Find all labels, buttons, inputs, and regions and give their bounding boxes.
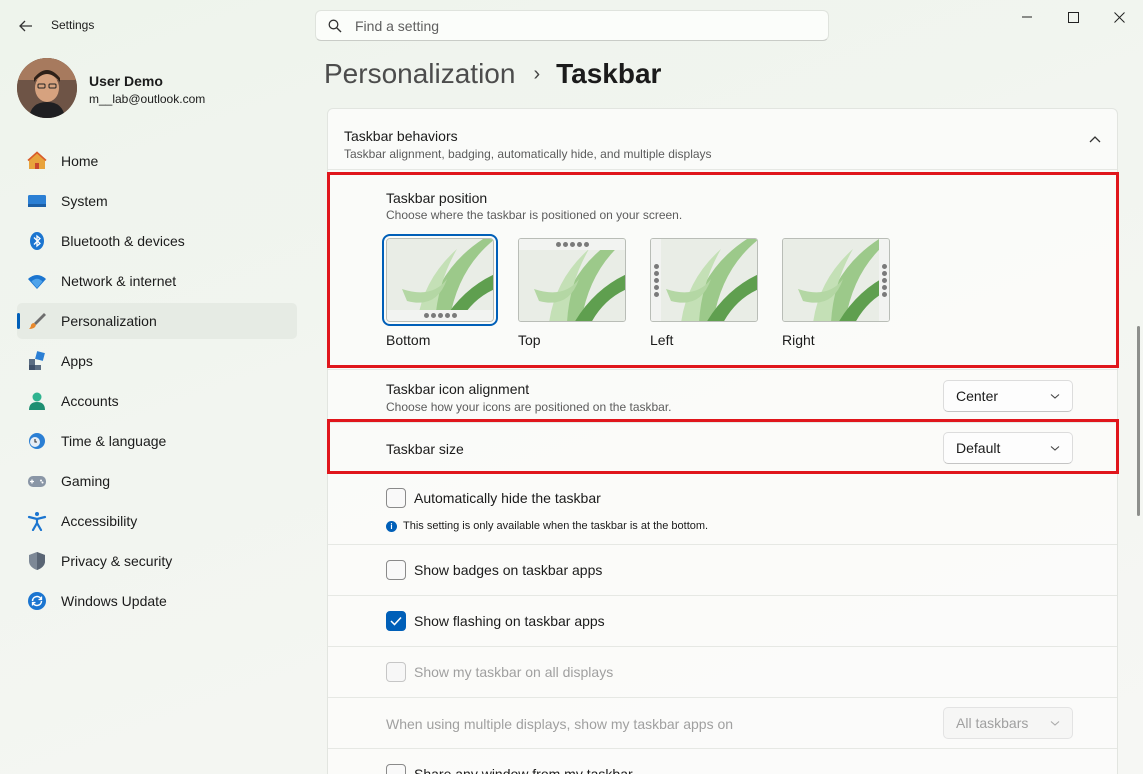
multi-display-label: When using multiple displays, show my ta… — [386, 716, 734, 732]
title-bar: Settings — [0, 0, 1143, 50]
share-window-row: Share any window from my taskbar — [328, 748, 1117, 774]
sidebar-item-label: Personalization — [61, 313, 157, 329]
update-icon — [27, 591, 47, 611]
sidebar-item-accounts[interactable]: Accounts — [17, 383, 297, 419]
flashing-label[interactable]: Show flashing on taskbar apps — [414, 613, 605, 629]
share-window-checkbox[interactable] — [386, 764, 406, 774]
checkmark-icon — [390, 616, 402, 626]
breadcrumb: Personalization › Taskbar — [324, 58, 661, 90]
sidebar-item-label: Network & internet — [61, 273, 177, 289]
breadcrumb-parent[interactable]: Personalization — [324, 58, 515, 90]
auto-hide-checkbox[interactable] — [386, 488, 406, 508]
sidebar-nav: Home System Bluetooth & devices Network … — [17, 143, 297, 623]
close-icon — [1113, 11, 1125, 23]
clock-globe-icon — [27, 431, 47, 451]
sidebar-item-time-language[interactable]: Time & language — [17, 423, 297, 459]
taskbar-behaviors-header[interactable]: Taskbar behaviors Taskbar alignment, bad… — [328, 109, 1117, 169]
search-box[interactable] — [315, 10, 829, 41]
wifi-icon — [27, 271, 47, 291]
auto-hide-row: Automatically hide the taskbar i This se… — [328, 474, 1117, 544]
sidebar-item-label: Accounts — [61, 393, 119, 409]
back-arrow-icon — [19, 20, 32, 32]
chevron-up-icon[interactable] — [1089, 135, 1101, 143]
sidebar-item-windows-update[interactable]: Windows Update — [17, 583, 297, 619]
sidebar-item-bluetooth[interactable]: Bluetooth & devices — [17, 223, 297, 259]
badges-label[interactable]: Show badges on taskbar apps — [414, 562, 602, 578]
home-icon — [27, 151, 47, 171]
back-button[interactable] — [12, 12, 40, 40]
sidebar-item-label: Home — [61, 153, 99, 169]
multi-display-dropdown[interactable]: All taskbars — [943, 707, 1073, 739]
auto-hide-label[interactable]: Automatically hide the taskbar — [414, 490, 601, 506]
flashing-row: Show flashing on taskbar apps — [328, 595, 1117, 646]
minimize-button[interactable] — [1004, 0, 1050, 34]
sidebar-item-label: Privacy & security — [61, 553, 173, 569]
accessibility-icon — [27, 511, 47, 531]
breadcrumb-separator: › — [533, 62, 541, 85]
all-displays-label[interactable]: Show my taskbar on all displays — [414, 664, 613, 680]
minimize-icon — [1022, 16, 1032, 18]
chevron-down-icon — [1050, 721, 1060, 726]
monitor-icon — [27, 191, 47, 211]
shield-icon — [27, 551, 47, 571]
app-title: Settings — [51, 18, 95, 32]
section-description: Taskbar alignment, badging, automaticall… — [344, 147, 712, 161]
apps-icon — [27, 351, 47, 371]
maximize-icon — [1067, 11, 1079, 23]
sidebar-item-label: Accessibility — [61, 513, 138, 529]
close-button[interactable] — [1096, 0, 1142, 34]
all-displays-row: Show my taskbar on all displays — [328, 646, 1117, 697]
alignment-dropdown[interactable]: Center — [943, 380, 1073, 412]
sidebar-item-personalization[interactable]: Personalization — [17, 303, 297, 339]
sidebar-item-network[interactable]: Network & internet — [17, 263, 297, 299]
sidebar-item-label: Bluetooth & devices — [61, 233, 185, 249]
sidebar-item-label: Windows Update — [61, 593, 167, 609]
sidebar-item-label: Time & language — [61, 433, 167, 449]
maximize-button[interactable] — [1050, 0, 1096, 34]
share-window-label[interactable]: Share any window from my taskbar — [414, 766, 633, 774]
flashing-checkbox[interactable] — [386, 611, 406, 631]
sidebar-item-label: Apps — [61, 353, 93, 369]
all-displays-checkbox[interactable] — [386, 662, 406, 682]
person-icon — [27, 391, 47, 411]
multi-display-row: When using multiple displays, show my ta… — [328, 697, 1117, 748]
alignment-dropdown-value: Center — [956, 388, 999, 404]
sidebar-item-home[interactable]: Home — [17, 143, 297, 179]
sidebar-item-accessibility[interactable]: Accessibility — [17, 503, 297, 539]
search-icon — [328, 19, 342, 32]
brush-icon — [27, 311, 47, 331]
info-icon: i — [386, 520, 397, 532]
chevron-down-icon — [1050, 394, 1060, 399]
badges-checkbox[interactable] — [386, 560, 406, 580]
highlight-taskbar-size — [327, 419, 1119, 474]
section-title: Taskbar behaviors — [344, 128, 458, 144]
multi-display-dropdown-value: All taskbars — [956, 715, 1029, 731]
sidebar-item-apps[interactable]: Apps — [17, 343, 297, 379]
sidebar-item-label: Gaming — [61, 473, 111, 489]
user-name: User Demo — [89, 73, 163, 89]
sidebar-item-system[interactable]: System — [17, 183, 297, 219]
bluetooth-icon — [27, 231, 47, 251]
user-email: m__lab@outlook.com — [89, 92, 206, 106]
sidebar-item-label: System — [61, 193, 108, 209]
page-title: Taskbar — [556, 58, 662, 89]
sidebar-item-privacy[interactable]: Privacy & security — [17, 543, 297, 579]
auto-hide-info-note: i This setting is only available when th… — [386, 520, 708, 532]
taskbar-alignment-description: Choose how your icons are positioned on … — [386, 400, 672, 414]
sidebar-item-gaming[interactable]: Gaming — [17, 463, 297, 499]
info-note-text: This setting is only available when the … — [403, 520, 709, 532]
avatar[interactable] — [17, 58, 77, 118]
avatar-image — [17, 58, 77, 118]
taskbar-alignment-row: Taskbar icon alignment Choose how your i… — [328, 369, 1117, 422]
highlight-taskbar-position — [327, 172, 1119, 368]
scrollbar[interactable] — [1137, 326, 1140, 516]
badges-row: Show badges on taskbar apps — [328, 544, 1117, 595]
taskbar-alignment-title: Taskbar icon alignment — [386, 381, 530, 397]
search-input[interactable] — [355, 17, 795, 34]
gamepad-icon — [27, 471, 47, 491]
